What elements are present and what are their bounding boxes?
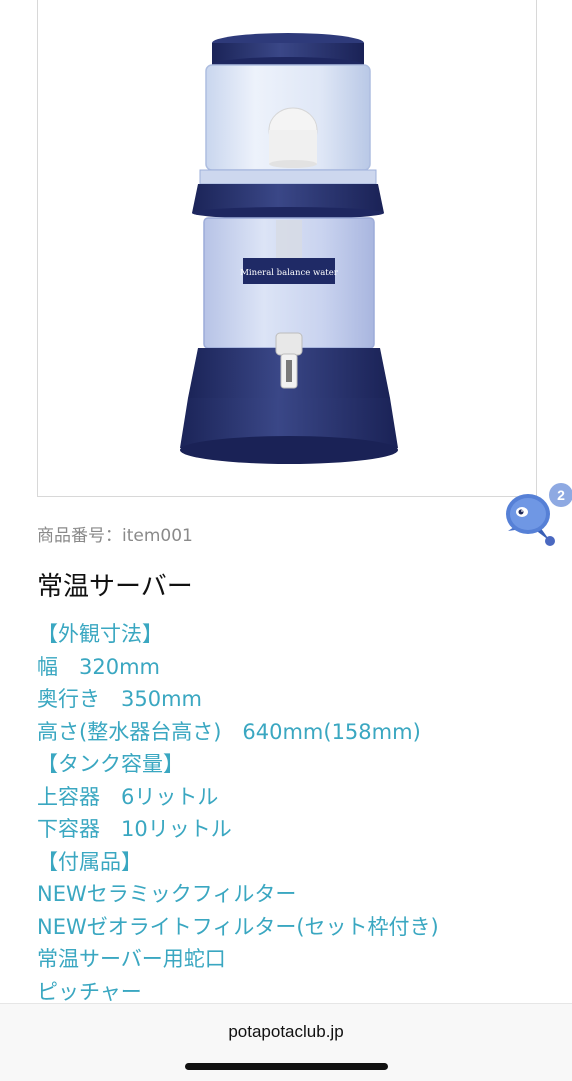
description-line: 常温サーバー用蛇口: [37, 947, 226, 971]
description-line: 高さ(整水器台高さ) 640mm(158mm): [37, 719, 421, 744]
product-image-frame[interactable]: Mineral balance water: [37, 0, 537, 497]
description-line: NEWセラミックフィルター: [37, 882, 297, 906]
product-description: 【外観寸法】 幅 320mm 奥行き 350mm 高さ(整水器台高さ) 640m…: [37, 618, 557, 1008]
description-line: 幅 320mm: [37, 654, 160, 679]
description-line: 奥行き 350mm: [37, 687, 202, 711]
product-number-value: item001: [122, 526, 193, 546]
home-indicator[interactable]: [185, 1063, 388, 1070]
description-line: 下容器 10リットル: [37, 817, 232, 841]
chat-notification-badge: 2: [549, 483, 572, 507]
product-label-text: Mineral balance water: [240, 268, 339, 278]
product-number: 商品番号：item001: [37, 521, 193, 546]
description-line: NEWゼオライトフィルター(セット枠付き): [37, 914, 439, 939]
product-image: Mineral balance water: [180, 33, 398, 464]
description-line: 【タンク容量】: [37, 752, 184, 776]
product-number-label: 商品番号：: [37, 526, 122, 546]
description-line: 上容器 6リットル: [37, 784, 219, 809]
browser-address-bar[interactable]: potapotaclub.jp: [0, 1003, 572, 1081]
url-text[interactable]: potapotaclub.jp: [0, 1022, 572, 1042]
product-title: 常温サーバー: [37, 572, 193, 602]
description-line: 【外観寸法】: [37, 622, 163, 646]
description-line: 【付属品】: [37, 849, 142, 874]
